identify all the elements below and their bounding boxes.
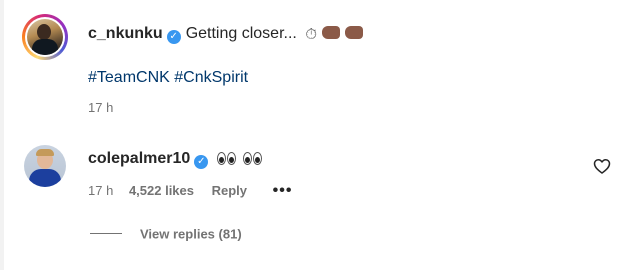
hashtag-link[interactable]: #CnkSpirit <box>174 69 248 86</box>
caption-line: c_nkunku ✓ Getting closer... ⏱ <box>88 24 364 45</box>
caption-username[interactable]: c_nkunku <box>88 25 163 42</box>
reply-button[interactable]: Reply <box>212 183 247 198</box>
left-fist-emoji-icon <box>322 26 341 39</box>
comment-likes-count[interactable]: 4,522 likes <box>129 183 194 198</box>
caption-timestamp[interactable]: 17 h <box>88 100 113 115</box>
comment-username[interactable]: colepalmer10 <box>88 150 190 167</box>
avatar-photo <box>27 19 63 55</box>
view-replies-button[interactable]: View replies (81) <box>90 225 242 245</box>
stopwatch-emoji-icon: ⏱ <box>305 26 318 43</box>
caption-hashtags: #TeamCNK #CnkSpirit <box>88 68 248 88</box>
left-edge-strip <box>0 0 4 270</box>
eyes-emoji-icon <box>217 149 237 169</box>
comment-line: colepalmer10 ✓ <box>88 149 269 169</box>
caption-text: Getting closer... <box>185 25 297 42</box>
comment-meta: 17 h 4,522 likes Reply ••• <box>88 182 292 200</box>
view-replies-divider <box>90 233 122 235</box>
caption-author-avatar[interactable] <box>22 14 68 60</box>
post-caption: c_nkunku ✓ Getting closer... ⏱ #TeamCNK #C… <box>20 12 610 122</box>
comment-author-avatar[interactable] <box>24 145 66 187</box>
verified-badge-icon: ✓ <box>194 155 209 169</box>
right-fist-emoji-icon <box>345 26 364 39</box>
like-heart-icon[interactable] <box>592 156 612 176</box>
view-replies-label: View replies (81) <box>140 226 242 242</box>
hashtag-link[interactable]: #TeamCNK <box>88 69 170 86</box>
more-options-button[interactable]: ••• <box>273 182 293 200</box>
eyes-emoji-icon <box>243 149 263 169</box>
comment-text <box>217 149 269 169</box>
verified-badge-icon: ✓ <box>166 30 181 44</box>
comment-timestamp[interactable]: 17 h <box>88 183 113 198</box>
comment-item: colepalmer10 ✓ 17 h 4,522 likes Reply ••• <box>20 140 620 200</box>
